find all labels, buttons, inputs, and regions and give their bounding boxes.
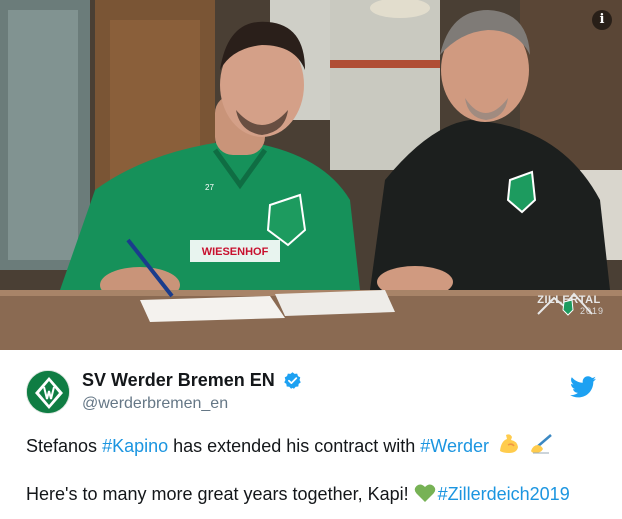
handle[interactable]: @werderbremen_en <box>82 395 302 413</box>
hashtag-kapino[interactable]: #Kapino <box>102 436 168 456</box>
display-name[interactable]: SV Werder Bremen EN <box>82 370 275 391</box>
hashtag-werder[interactable]: #Werder <box>420 436 489 456</box>
avatar[interactable] <box>26 370 70 414</box>
zillertal-watermark: ZILLERTAL 2019 <box>534 292 604 316</box>
writing-hand-emoji <box>531 434 552 454</box>
text-segment: Here's to many more great years together… <box>26 484 414 504</box>
tweet-card: WIESENHOF 27 i ZILLERTAL 2019 SV Werder … <box>0 0 622 519</box>
text-segment: has extended his contract with <box>168 436 421 456</box>
contract-paper <box>140 296 285 322</box>
photo-illustration: WIESENHOF 27 <box>0 0 622 350</box>
green-heart-emoji <box>414 484 435 502</box>
author-names: SV Werder Bremen EN @werderbremen_en <box>82 370 302 413</box>
tweet-photo[interactable]: WIESENHOF 27 i ZILLERTAL 2019 <box>0 0 622 350</box>
werder-crest-icon <box>27 371 69 413</box>
flexed-biceps-emoji <box>499 434 518 453</box>
twitter-bird-icon[interactable] <box>570 376 596 398</box>
tweet-text: Stefanos #Kapino has extended his contra… <box>26 433 606 506</box>
mountain-logo-icon <box>537 292 593 316</box>
info-icon[interactable]: i <box>592 10 612 30</box>
tweet-line-2: Here's to many more great years together… <box>26 482 606 506</box>
svg-text:27: 27 <box>205 183 214 192</box>
tweet-line-1: Stefanos #Kapino has extended his contra… <box>26 433 606 458</box>
text-segment: Stefanos <box>26 436 103 456</box>
author-row: SV Werder Bremen EN @werderbremen_en <box>26 370 596 418</box>
svg-text:WIESENHOF: WIESENHOF <box>202 246 269 258</box>
hashtag-zillerdeich2019[interactable]: #Zillerdeich2019 <box>438 484 570 504</box>
verified-icon <box>284 372 301 389</box>
tweet-body: SV Werder Bremen EN @werderbremen_en Ste… <box>0 350 622 519</box>
